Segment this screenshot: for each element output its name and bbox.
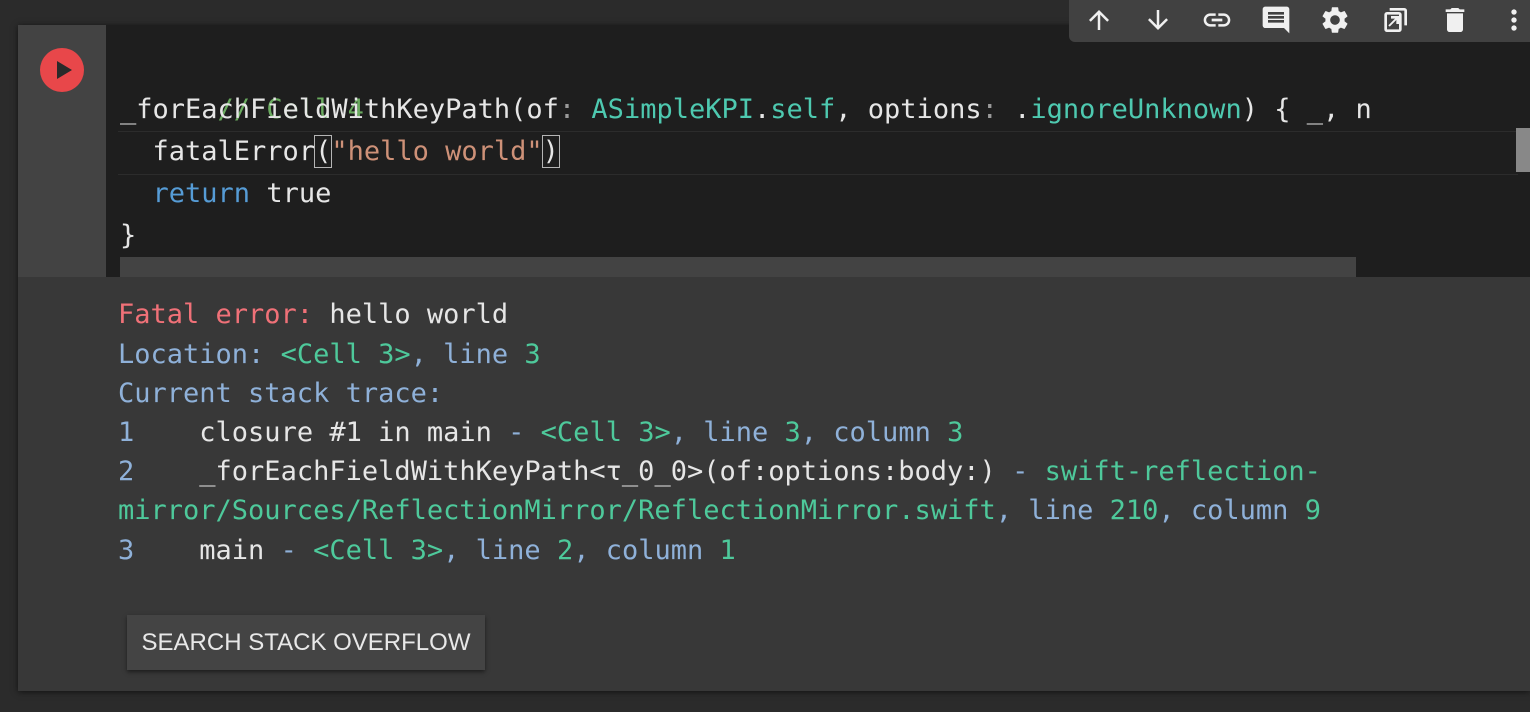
more-vert-icon[interactable] [1494,2,1530,38]
code-punc: : [558,94,576,125]
frame-line: 3 [784,417,801,448]
frame-index: 3 [118,535,135,566]
frame-text: , line [995,495,1110,526]
code-func: _forEachFieldWithKeyPath(of [120,94,559,125]
code-bracket: ) [541,135,560,168]
error-label: Fatal error: [118,299,314,330]
frame-location: swift-reflection- [1044,456,1321,487]
frame-text: , column [573,535,720,566]
frame-line: 210 [1109,495,1159,526]
error-message: hello world [313,299,509,330]
output-line-fatal: Fatal error: hello world [118,295,508,335]
arrow-up-icon[interactable] [1079,2,1119,38]
location-text: , line [410,339,525,370]
comment-icon[interactable] [1256,2,1296,38]
code-self: self [770,94,836,125]
frame-column: 3 [947,417,964,448]
frame-sep: - [995,456,1045,487]
code-dot: . [997,94,1031,125]
frame-index: 1 [118,417,135,448]
output-line-location: Location: <Cell 3>, line 3 [118,335,541,375]
code-punc: : [981,94,998,125]
frame-sep: - [264,535,314,566]
run-cell-button[interactable] [40,48,84,92]
stack-frame-2-cont: mirror/Sources/ReflectionMirror/Reflecti… [118,491,1321,531]
code-line-2: _forEachFieldWithKeyPath(of: ASimpleKPI.… [120,89,1372,131]
stack-trace-label: Current stack trace: [118,378,444,409]
frame-text: , line [443,535,557,566]
code-text: , options [835,94,982,125]
frame-function: _forEachFieldWithKeyPath<τ_0_0>(of:optio… [134,456,996,487]
frame-function: closure #1 in main [134,417,492,448]
frame-column: 1 [719,535,736,566]
location-line: 3 [524,339,541,370]
mirror-cell-icon[interactable] [1375,2,1415,38]
link-icon[interactable] [1197,2,1237,38]
frame-text: , line [670,417,785,448]
output-line-stack-header: Current stack trace: [118,374,443,414]
stack-frame-1: 1 closure #1 in main - <Cell 3>, line 3,… [118,413,963,453]
code-line-5: } [120,215,136,257]
frame-column: 9 [1304,495,1321,526]
gear-icon[interactable] [1315,2,1355,38]
cell-toolbar [1069,0,1530,42]
location-label: Location: [118,339,281,370]
frame-line: 2 [556,535,574,566]
code-string: "hello world" [331,136,543,167]
stack-frame-2: 2 _forEachFieldWithKeyPath<τ_0_0>(of:opt… [118,452,1321,492]
cell-gutter [18,25,106,277]
stack-frame-3: 3 main - <Cell 3>, line 2, column 1 [118,531,736,571]
horizontal-scrollbar[interactable] [120,257,1356,277]
code-line-4: return true [120,173,332,215]
code-line-3: fatalError("hello world") [120,131,560,173]
arrow-down-icon[interactable] [1138,2,1178,38]
location-cell: <Cell 3> [280,339,411,370]
code-line-1: // Cell 4 [120,47,364,125]
frame-location: mirror/Sources/ReflectionMirror/Reflecti… [118,495,996,526]
search-stack-overflow-button[interactable]: SEARCH STACK OVERFLOW [127,615,485,670]
code-text: ) { _, n [1241,94,1372,125]
code-dot: . [753,94,771,125]
code-bracket: ( [314,135,333,168]
frame-function: main [134,535,265,566]
code-keyword: return [152,178,251,209]
frame-index: 2 [118,456,135,487]
code-text: true [250,178,332,209]
frame-location: <Cell 3> [313,535,444,566]
code-brace: } [120,220,137,251]
vertical-scrollbar[interactable] [1516,128,1530,172]
code-type: ASimpleKPI [575,94,754,125]
code-enum: ignoreUnknown [1030,94,1242,125]
frame-text: , column [1158,495,1305,526]
code-func: fatalError [152,136,316,167]
frame-location: <Cell 3> [540,417,671,448]
code-cell: // Cell 4 _forEachFieldWithKeyPath(of: A… [18,25,1530,691]
frame-sep: - [491,417,541,448]
delete-icon[interactable] [1435,2,1475,38]
code-editor[interactable]: // Cell 4 _forEachFieldWithKeyPath(of: A… [106,25,1530,277]
frame-text: , column [800,417,948,448]
